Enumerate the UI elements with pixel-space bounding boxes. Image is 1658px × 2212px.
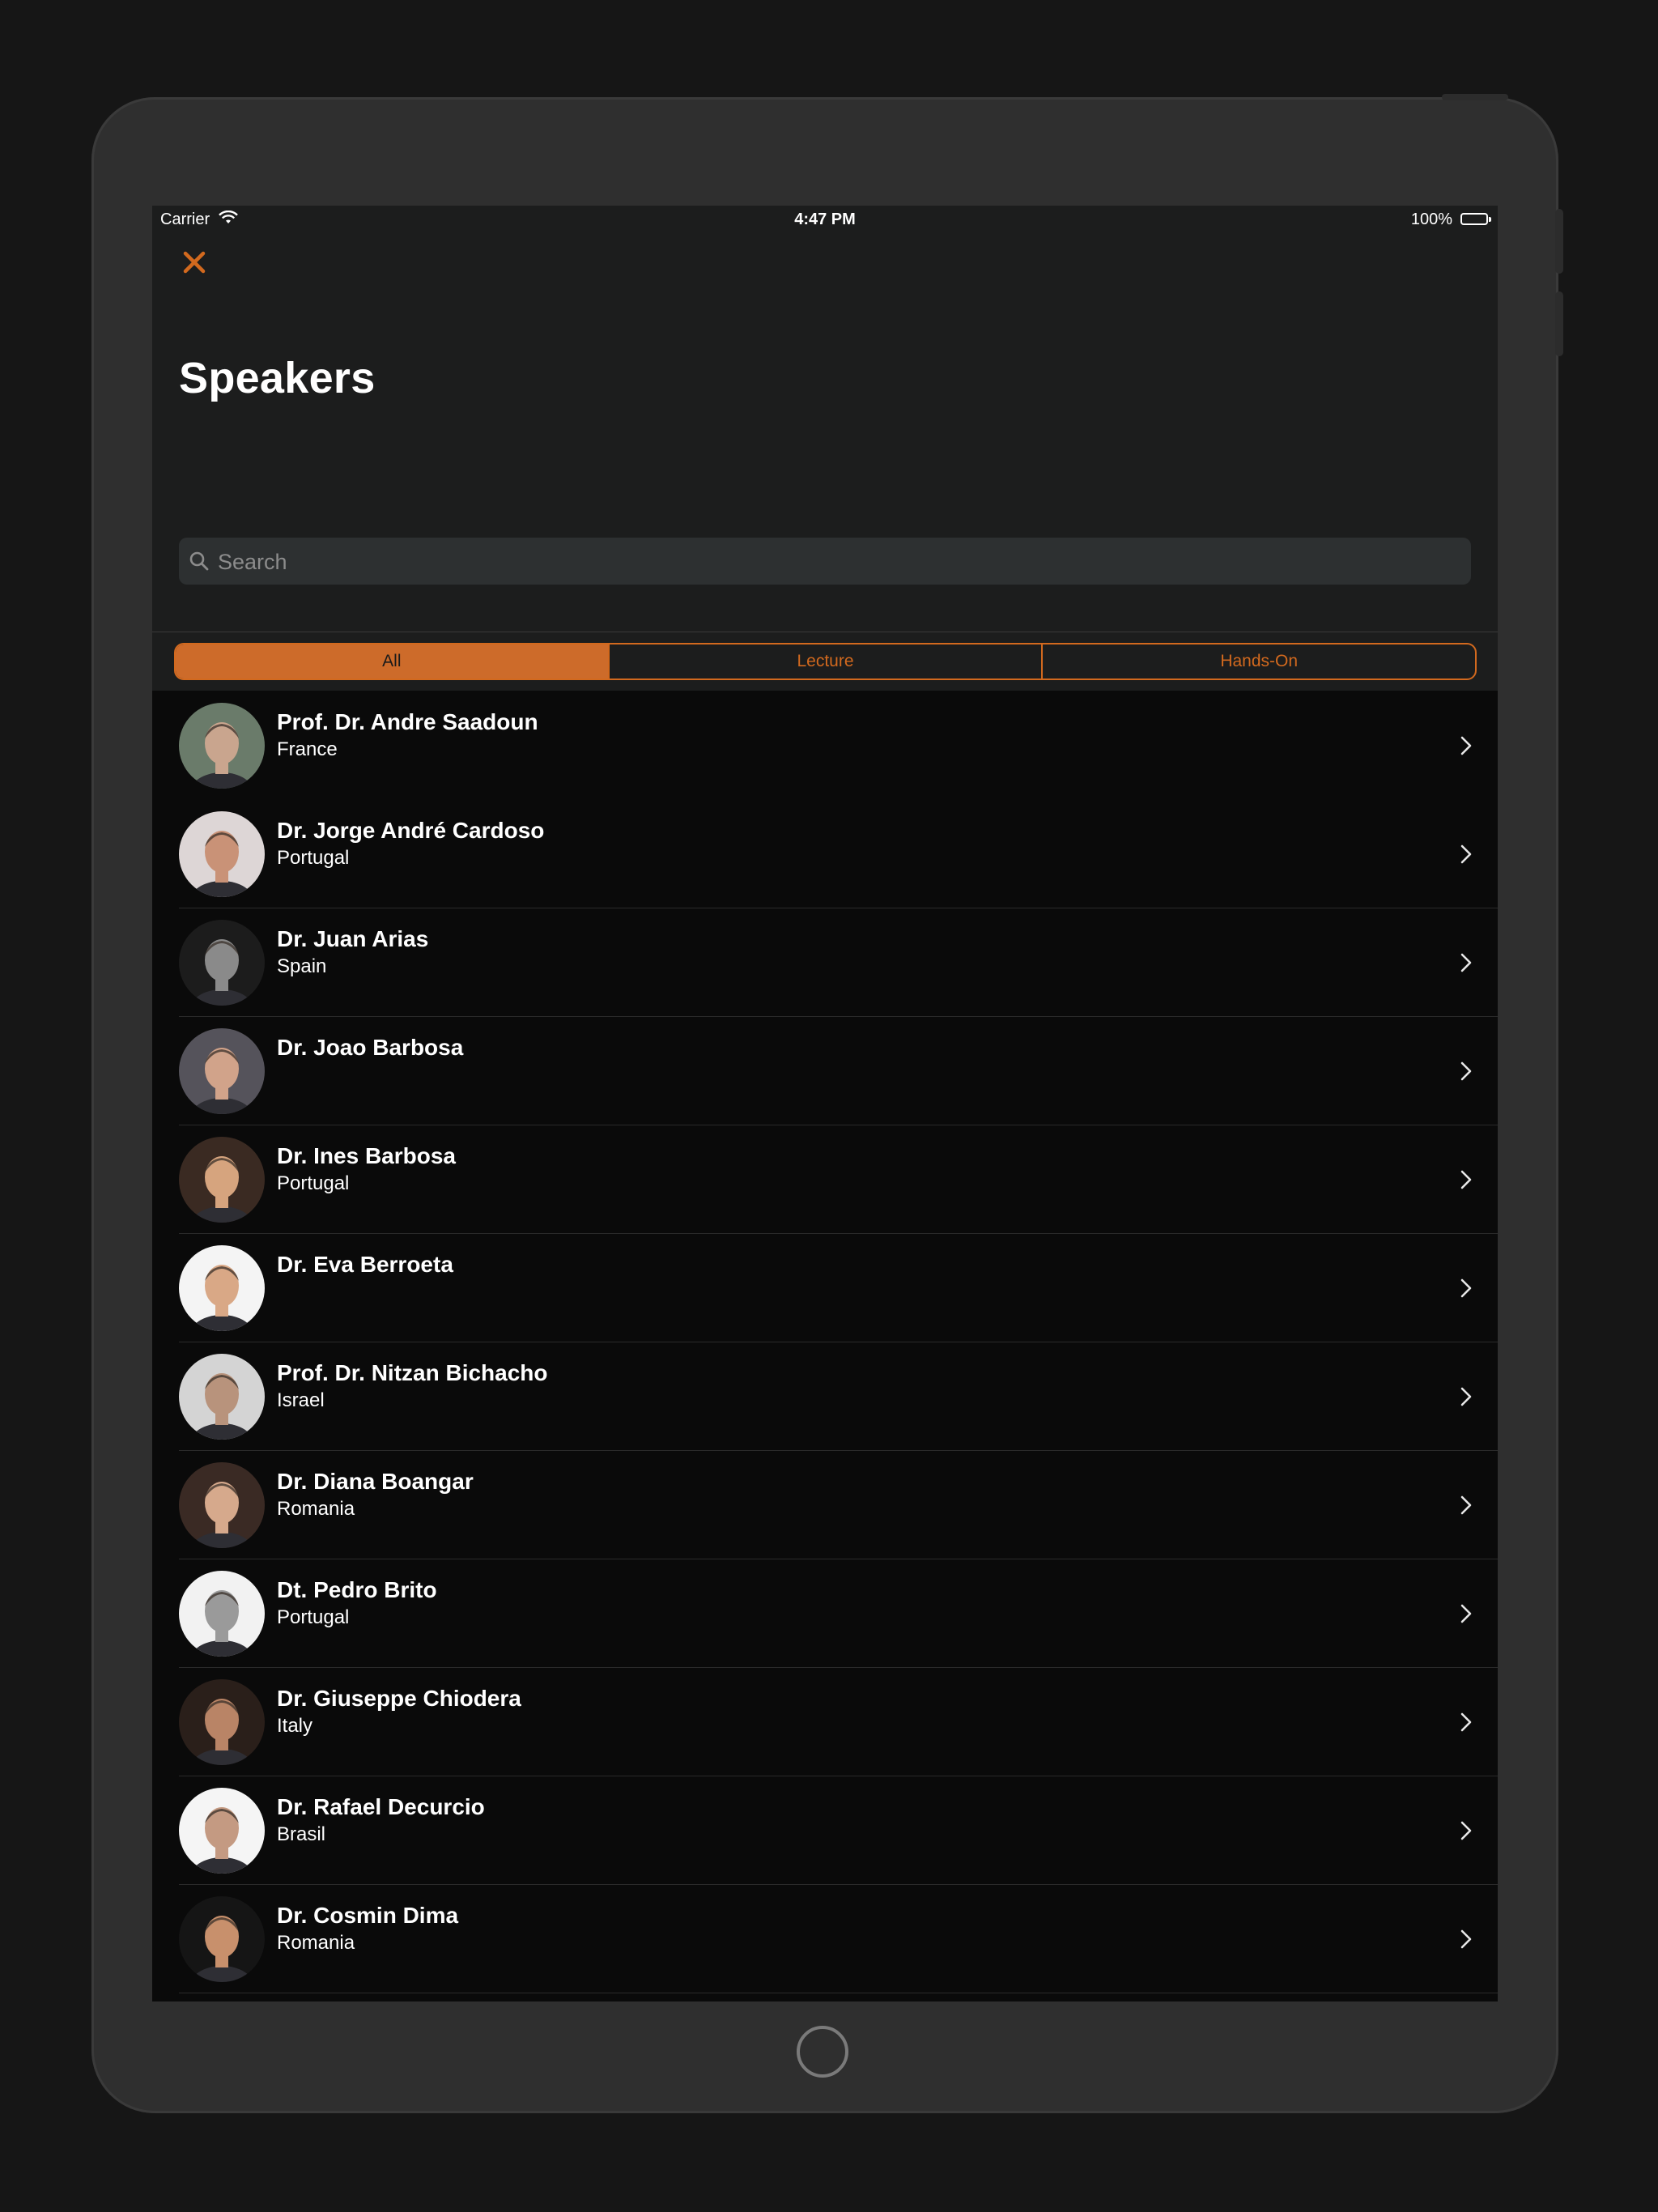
speaker-row[interactable]: Dr. Juan Arias Spain — [152, 908, 1498, 1017]
speaker-name: Dr. Joao Barbosa — [277, 1035, 464, 1060]
speaker-row[interactable]: Dr. Rafael Decurcio Brasil — [152, 1776, 1498, 1885]
chevron-right-icon — [1459, 951, 1473, 974]
speaker-country: Portugal — [277, 1172, 350, 1194]
speaker-name: Dr. Jorge André Cardoso — [277, 818, 545, 843]
avatar — [179, 1245, 265, 1331]
speaker-country: Israel — [277, 1389, 325, 1411]
speaker-row[interactable]: Dt. Pedro Brito Portugal — [152, 1559, 1498, 1668]
speaker-name: Dr. Ines Barbosa — [277, 1143, 456, 1168]
speaker-row[interactable]: Dr. Ines Barbosa Portugal — [152, 1125, 1498, 1234]
speaker-country: Romania — [277, 1932, 355, 1954]
chevron-right-icon — [1459, 1494, 1473, 1516]
speaker-country: France — [277, 738, 338, 760]
avatar — [179, 1788, 265, 1874]
speaker-row[interactable]: Dr. Jorge André Cardoso Portugal — [152, 800, 1498, 908]
speaker-name: Dr. Cosmin Dima — [277, 1903, 459, 1928]
speaker-name: Prof. Dr. Nitzan Bichacho — [277, 1360, 548, 1385]
chevron-right-icon — [1459, 1928, 1473, 1950]
avatar — [179, 703, 265, 789]
segment-all[interactable]: All — [176, 644, 608, 678]
battery-icon — [1460, 213, 1491, 225]
speaker-row[interactable]: Prof. Dr. Nitzan Bichacho Israel — [152, 1342, 1498, 1451]
chevron-right-icon — [1459, 1602, 1473, 1625]
chevron-right-icon — [1459, 734, 1473, 757]
device-top-button — [1442, 94, 1508, 100]
speaker-name: Dr. Giuseppe Chiodera — [277, 1686, 521, 1711]
chevron-right-icon — [1459, 1277, 1473, 1300]
speaker-row[interactable]: Dr. Cosmin Dima Romania — [152, 1885, 1498, 1993]
avatar — [179, 1354, 265, 1440]
speaker-name: Dr. Rafael Decurcio — [277, 1794, 485, 1819]
speaker-name: Prof. Dr. Andre Saadoun — [277, 709, 538, 734]
speaker-row[interactable]: Dr. Joao Barbosa — [152, 1017, 1498, 1125]
speaker-type-segmented-control: All Lecture Hands-On — [174, 643, 1477, 680]
speaker-row[interactable]: Dr. Eric Van DoorenBelgium — [152, 1993, 1498, 2001]
chevron-right-icon — [1459, 1060, 1473, 1083]
chevron-right-icon — [1459, 1385, 1473, 1408]
speaker-country: Romania — [277, 1498, 355, 1520]
avatar — [179, 1137, 265, 1223]
speaker-name: Dr. Eva Berroeta — [277, 1252, 453, 1277]
filter-bar: All Lecture Hands-On — [152, 632, 1498, 691]
avatar — [179, 1571, 265, 1657]
chevron-right-icon — [1459, 1819, 1473, 1842]
speaker-name: Dr. Diana Boangar — [277, 1469, 474, 1494]
battery-percent: 100% — [1410, 211, 1452, 228]
speaker-list: Prof. Dr. Andre Saadoun France Dr. Jorge A… — [152, 691, 1498, 2001]
avatar — [179, 1679, 265, 1765]
avatar — [179, 1462, 265, 1548]
chevron-right-icon — [1459, 843, 1473, 866]
search-bar[interactable] — [179, 538, 1471, 585]
speaker-row[interactable]: Dr. Eva Berroeta — [152, 1234, 1498, 1342]
speaker-country: Spain — [277, 955, 327, 977]
avatar — [179, 1028, 265, 1114]
speaker-country: Portugal — [277, 1606, 350, 1628]
page-title: Speakers — [179, 354, 376, 402]
avatar — [179, 811, 265, 897]
avatar — [179, 920, 265, 1006]
segment-hands-on[interactable]: Hands-On — [1041, 644, 1475, 678]
avatar — [179, 1896, 265, 1982]
speaker-row[interactable]: Dr. Diana Boangar Romania — [152, 1451, 1498, 1559]
home-button[interactable] — [797, 2026, 848, 2078]
speaker-row[interactable]: Dr. Giuseppe Chiodera Italy — [152, 1668, 1498, 1776]
speaker-name: Dt. Pedro Brito — [277, 1577, 437, 1602]
chevron-right-icon — [1459, 1711, 1473, 1733]
device-volume-up — [1555, 209, 1563, 274]
close-icon[interactable] — [178, 246, 210, 279]
speaker-country: Portugal — [277, 847, 350, 869]
search-input[interactable] — [216, 544, 1458, 580]
chevron-right-icon — [1459, 1168, 1473, 1191]
app-screen: Carrier 4:47 PM 100% Speakers Search All… — [152, 206, 1498, 2001]
search-icon — [189, 551, 210, 572]
segment-lecture[interactable]: Lecture — [607, 644, 1042, 678]
speaker-country: Italy — [277, 1715, 313, 1737]
status-bar: Carrier 4:47 PM 100% — [152, 206, 1498, 233]
device-volume-down — [1555, 291, 1563, 356]
speaker-row[interactable]: Prof. Dr. Andre Saadoun France — [152, 691, 1498, 800]
navigation-header: Speakers — [152, 233, 1498, 632]
clock: 4:47 PM — [794, 211, 856, 228]
speaker-name: Dr. Juan Arias — [277, 926, 429, 951]
speaker-country: Brasil — [277, 1823, 326, 1845]
